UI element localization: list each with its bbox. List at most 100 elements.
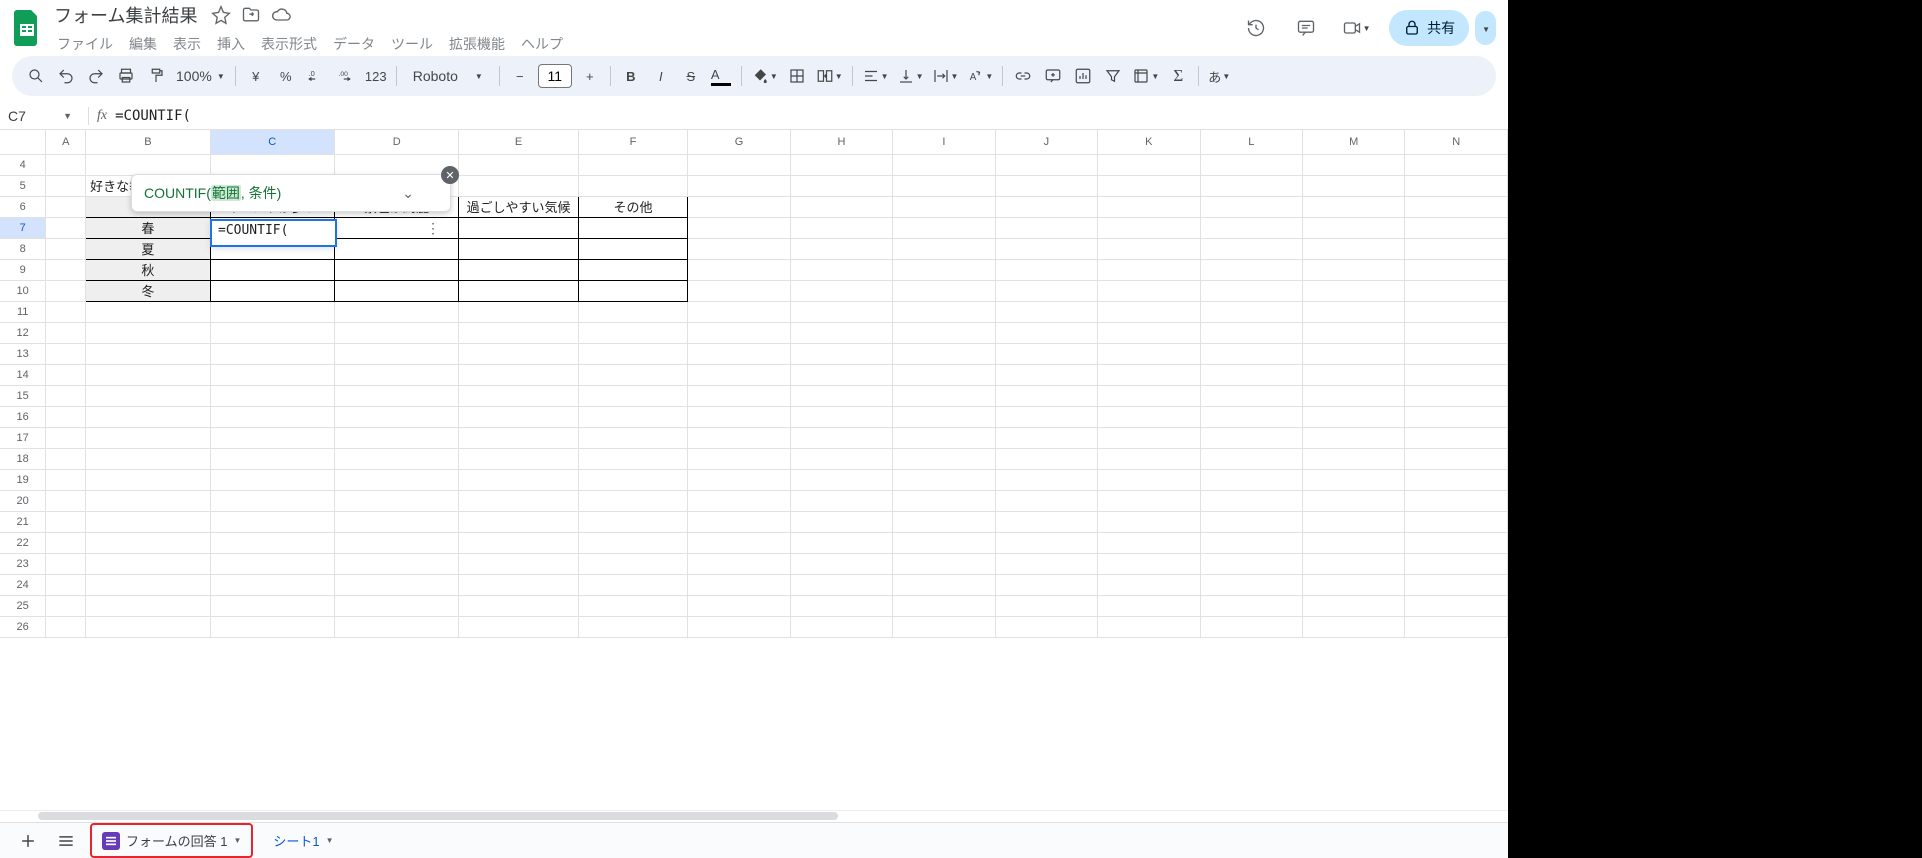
cell[interactable] bbox=[459, 490, 578, 511]
cell[interactable] bbox=[790, 217, 892, 238]
cell[interactable] bbox=[210, 301, 334, 322]
fill-color-button[interactable]: ▼ bbox=[748, 62, 781, 90]
cell[interactable] bbox=[995, 406, 1097, 427]
cell[interactable] bbox=[893, 511, 995, 532]
cell[interactable] bbox=[790, 364, 892, 385]
cell[interactable] bbox=[1405, 217, 1508, 238]
close-icon[interactable]: ✕ bbox=[441, 166, 459, 184]
cell[interactable] bbox=[46, 259, 86, 280]
cell[interactable] bbox=[459, 322, 578, 343]
cell[interactable] bbox=[1200, 427, 1302, 448]
cell[interactable] bbox=[1200, 217, 1302, 238]
cell[interactable] bbox=[790, 322, 892, 343]
row-header[interactable]: 16 bbox=[0, 406, 46, 427]
cell[interactable] bbox=[46, 427, 86, 448]
cell[interactable] bbox=[1303, 259, 1405, 280]
cell[interactable] bbox=[578, 448, 687, 469]
cell[interactable] bbox=[46, 364, 86, 385]
cell[interactable] bbox=[893, 322, 995, 343]
cell[interactable] bbox=[1303, 532, 1405, 553]
cell[interactable] bbox=[995, 343, 1097, 364]
cell[interactable] bbox=[459, 364, 578, 385]
cell[interactable] bbox=[578, 469, 687, 490]
cell[interactable] bbox=[578, 511, 687, 532]
cell[interactable] bbox=[790, 154, 892, 175]
cell[interactable] bbox=[995, 574, 1097, 595]
cell[interactable] bbox=[688, 322, 790, 343]
cell[interactable] bbox=[1200, 511, 1302, 532]
cell[interactable] bbox=[995, 469, 1097, 490]
cell[interactable] bbox=[86, 427, 210, 448]
cell[interactable] bbox=[86, 406, 210, 427]
cell[interactable] bbox=[334, 574, 458, 595]
cell[interactable] bbox=[1303, 217, 1405, 238]
cell[interactable] bbox=[790, 259, 892, 280]
cell[interactable] bbox=[578, 154, 687, 175]
cell[interactable] bbox=[790, 427, 892, 448]
cell[interactable] bbox=[1303, 238, 1405, 259]
cell[interactable] bbox=[1200, 280, 1302, 301]
cell[interactable] bbox=[334, 532, 458, 553]
cell[interactable] bbox=[210, 385, 334, 406]
cell[interactable] bbox=[578, 259, 687, 280]
cell[interactable] bbox=[893, 532, 995, 553]
cell[interactable] bbox=[893, 616, 995, 637]
cell[interactable] bbox=[46, 574, 86, 595]
filter-button[interactable] bbox=[1099, 62, 1127, 90]
cell[interactable] bbox=[688, 280, 790, 301]
cell[interactable] bbox=[210, 490, 334, 511]
cell[interactable] bbox=[893, 238, 995, 259]
zoom-select[interactable]: 100%▼ bbox=[172, 68, 229, 84]
col-header[interactable]: F bbox=[578, 130, 687, 154]
bold-button[interactable]: B bbox=[617, 62, 645, 90]
cell[interactable] bbox=[459, 259, 578, 280]
cell[interactable] bbox=[1405, 469, 1508, 490]
menu-view[interactable]: 表示 bbox=[166, 32, 208, 56]
cell[interactable] bbox=[578, 406, 687, 427]
cell[interactable] bbox=[688, 616, 790, 637]
cell[interactable] bbox=[1303, 406, 1405, 427]
cell[interactable] bbox=[790, 553, 892, 574]
cell[interactable] bbox=[46, 175, 86, 196]
cell[interactable] bbox=[1303, 175, 1405, 196]
cell[interactable] bbox=[334, 448, 458, 469]
cell[interactable] bbox=[1200, 343, 1302, 364]
cell[interactable] bbox=[1200, 532, 1302, 553]
cell[interactable] bbox=[334, 238, 458, 259]
cell[interactable]: 夏 bbox=[86, 238, 210, 259]
cell[interactable] bbox=[893, 553, 995, 574]
col-header[interactable]: B bbox=[86, 130, 210, 154]
cell[interactable] bbox=[1200, 175, 1302, 196]
cell[interactable]: 春 bbox=[86, 217, 210, 238]
cell[interactable] bbox=[459, 406, 578, 427]
cell[interactable] bbox=[1405, 238, 1508, 259]
cell[interactable] bbox=[210, 154, 334, 175]
insert-chart-button[interactable] bbox=[1069, 62, 1097, 90]
cell[interactable] bbox=[46, 532, 86, 553]
row-header[interactable]: 21 bbox=[0, 511, 46, 532]
cell[interactable] bbox=[1200, 448, 1302, 469]
cell[interactable] bbox=[210, 280, 334, 301]
filter-views-button[interactable]: ▼ bbox=[1129, 62, 1162, 90]
cell[interactable] bbox=[86, 364, 210, 385]
cell[interactable] bbox=[1405, 196, 1508, 217]
cell[interactable] bbox=[790, 574, 892, 595]
cell[interactable] bbox=[459, 469, 578, 490]
cell[interactable] bbox=[1303, 322, 1405, 343]
cell[interactable] bbox=[1098, 406, 1200, 427]
cell[interactable] bbox=[688, 385, 790, 406]
cell[interactable]: その他 bbox=[578, 196, 687, 217]
cell[interactable] bbox=[86, 532, 210, 553]
cell[interactable] bbox=[46, 280, 86, 301]
menu-tools[interactable]: ツール bbox=[384, 32, 440, 56]
cell[interactable] bbox=[86, 490, 210, 511]
cell[interactable] bbox=[688, 448, 790, 469]
number-format-button[interactable]: 123 bbox=[362, 62, 390, 90]
cell[interactable] bbox=[1098, 595, 1200, 616]
cell[interactable] bbox=[893, 406, 995, 427]
grid-area[interactable]: ABCDEFGHIJKLMN45好きな季節と6イベントが多い景色が綺麗過ごしやす… bbox=[0, 130, 1508, 810]
cell[interactable] bbox=[86, 322, 210, 343]
font-family-select[interactable]: Roboto▼ bbox=[403, 68, 493, 84]
cell[interactable] bbox=[688, 532, 790, 553]
cell[interactable] bbox=[1200, 406, 1302, 427]
